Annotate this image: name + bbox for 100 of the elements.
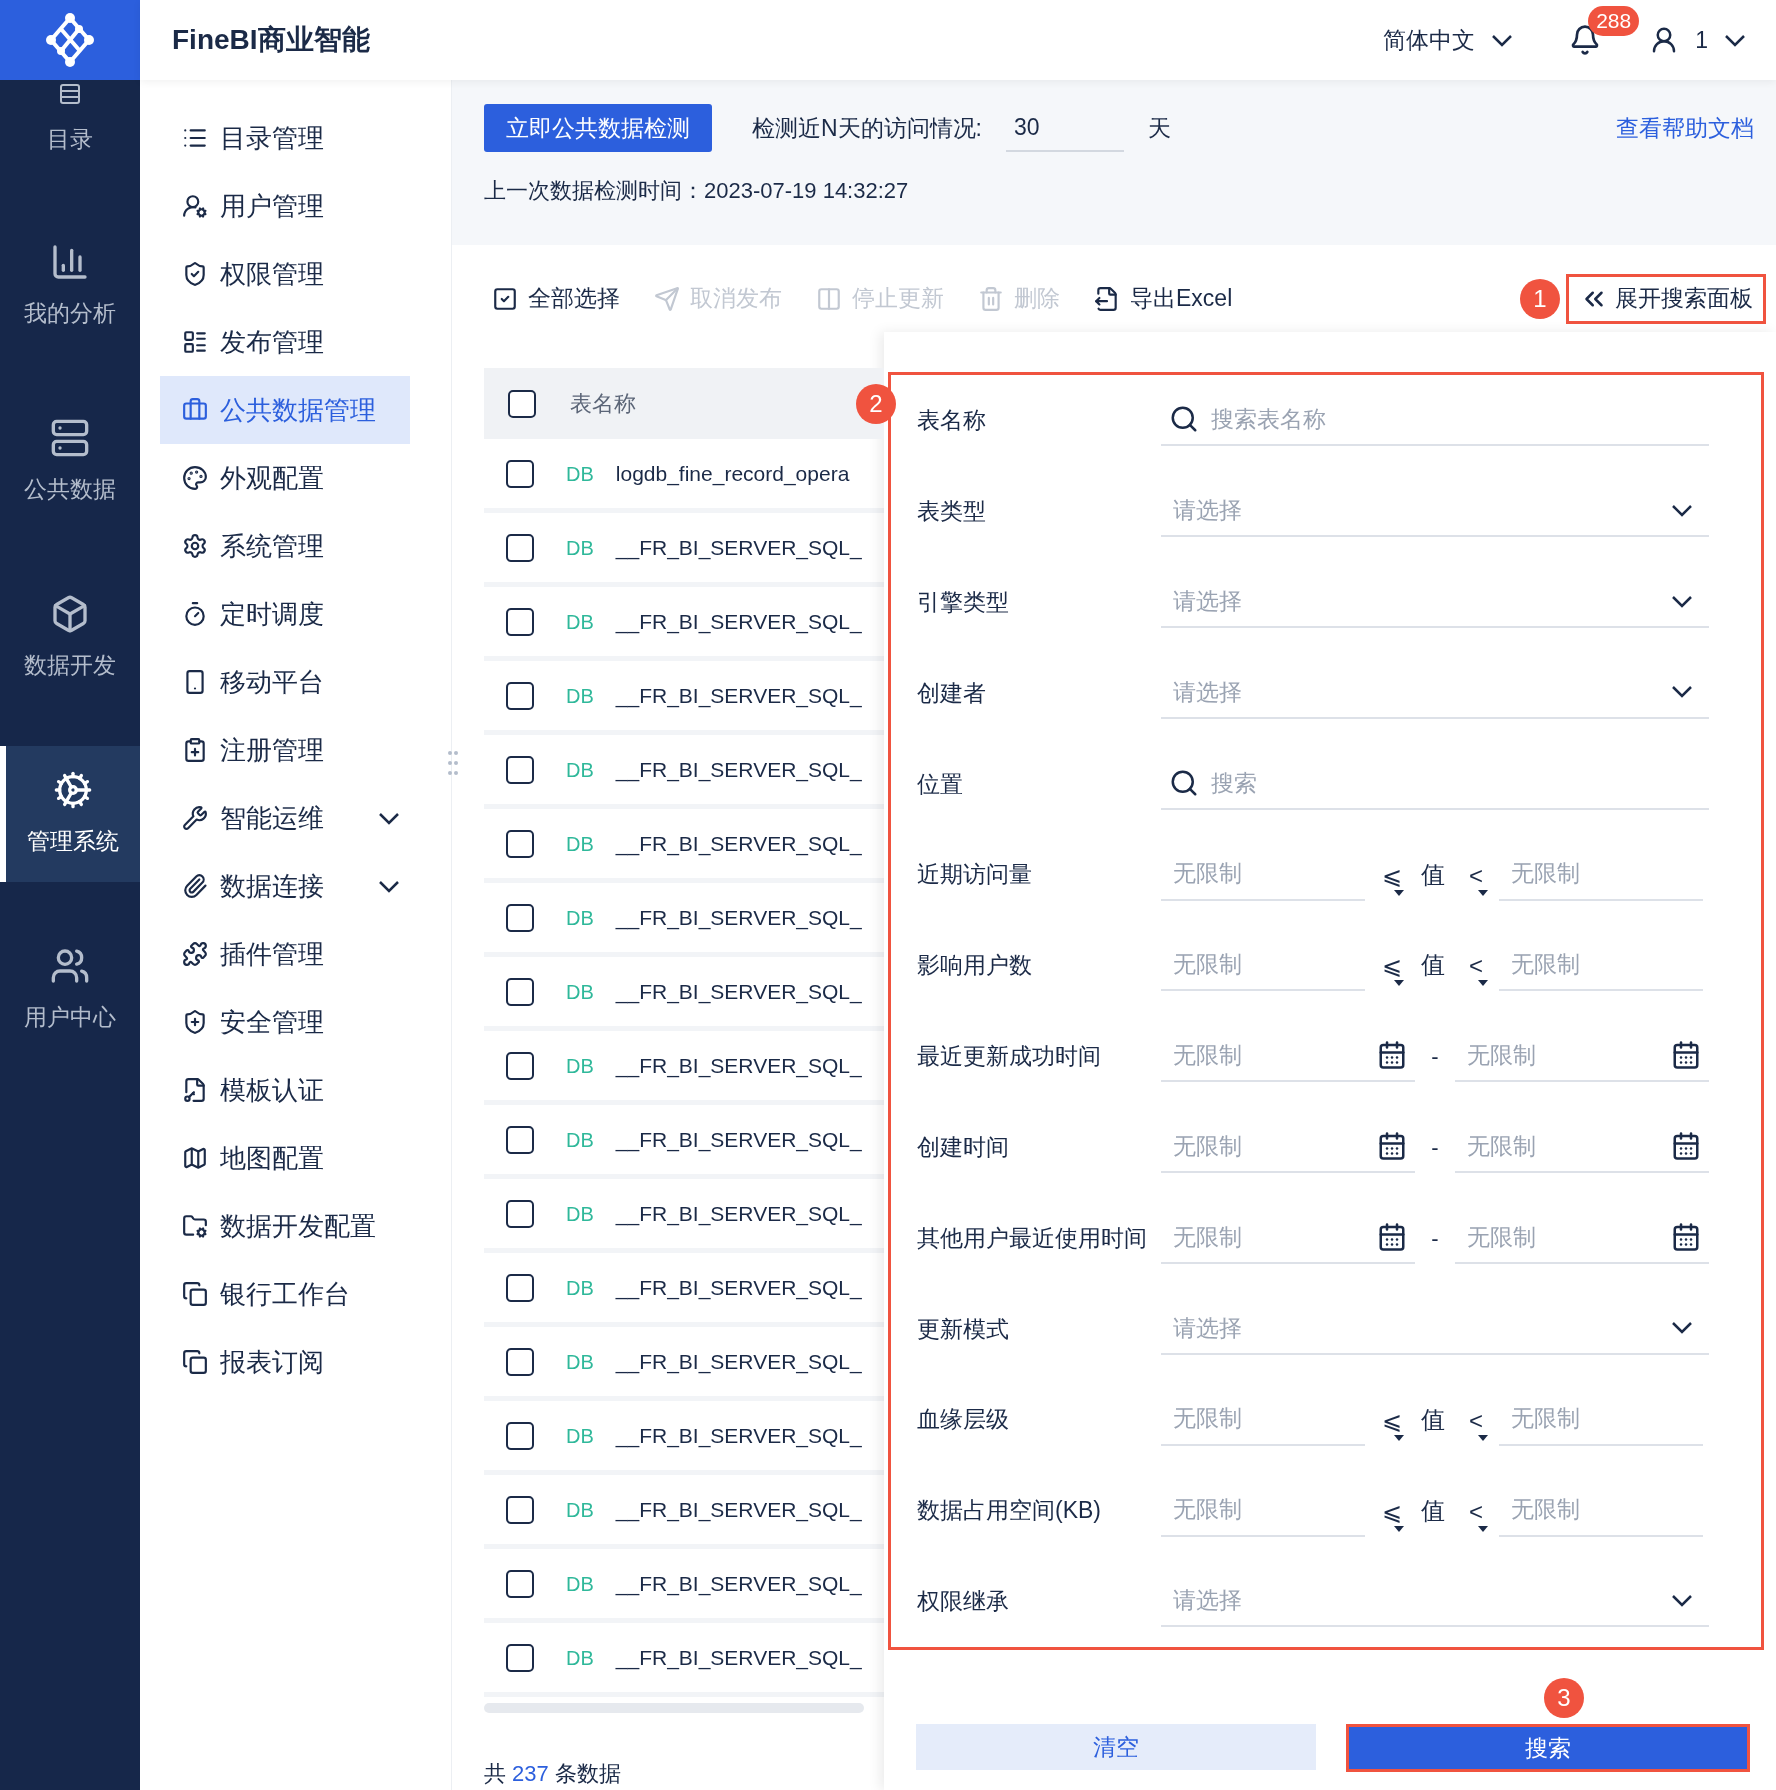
operator-dropdown[interactable]: < (1459, 1398, 1493, 1441)
menu-item[interactable]: 插件管理 (160, 920, 410, 988)
map-icon (182, 1145, 208, 1171)
user-menu[interactable]: 1 (1649, 22, 1746, 58)
menu-item[interactable]: 移动平台 (160, 648, 410, 716)
shield-plus-icon (182, 1009, 208, 1035)
checkbox[interactable] (506, 459, 534, 488)
menu-item[interactable]: 银行工作台 (160, 1260, 410, 1328)
rail-item[interactable]: 我的分析 (0, 218, 140, 354)
help-link[interactable]: 查看帮助文档 (1616, 110, 1754, 146)
checkbox[interactable] (506, 1495, 534, 1524)
operator-dropdown[interactable]: ⩽ (1375, 1398, 1409, 1441)
type-tag: DB (566, 1346, 594, 1377)
checkbox[interactable] (506, 829, 534, 858)
menu-item[interactable]: 数据连接 (160, 852, 410, 920)
operator-dropdown[interactable]: < (1459, 1489, 1493, 1532)
rail-item[interactable]: 数据开发 (0, 570, 140, 706)
calendar-icon[interactable] (1377, 1040, 1407, 1071)
user-icon (182, 193, 208, 219)
type-tag: DB (566, 902, 594, 933)
checkbox[interactable] (506, 1421, 534, 1450)
checkbox[interactable] (506, 681, 534, 710)
range-separator: - (1430, 1224, 1440, 1253)
checkbox[interactable] (506, 1125, 534, 1154)
type-tag: DB (566, 1198, 594, 1229)
menu-item[interactable]: 安全管理 (160, 988, 410, 1056)
checkbox[interactable] (508, 389, 536, 418)
calendar-icon[interactable] (1671, 1131, 1701, 1162)
rail-item[interactable]: 目录 (0, 80, 140, 178)
menu-item[interactable]: 智能运维 (160, 784, 410, 852)
search-button[interactable]: 搜索 (1346, 1724, 1750, 1772)
menu-item[interactable]: 目录管理 (160, 104, 410, 172)
checkbox[interactable] (506, 1273, 534, 1302)
app-title: FineBI商业智能 (172, 23, 370, 57)
menu-item[interactable]: 地图配置 (160, 1124, 410, 1192)
toolbar-button[interactable]: 导出Excel (1094, 281, 1233, 316)
menu-item[interactable]: 模板认证 (160, 1056, 410, 1124)
columns-icon (816, 285, 842, 312)
menu-item[interactable]: 权限管理 (160, 240, 410, 308)
language-dropdown[interactable]: 简体中文 (1383, 22, 1514, 58)
toolbar-button[interactable]: 全部选择 (492, 281, 620, 316)
chevron-down-icon (1671, 1593, 1693, 1607)
chevron-down-icon (1671, 1321, 1693, 1335)
table-cell-text: __FR_BI_SERVER_SQL_ (615, 1052, 862, 1080)
operator-dropdown[interactable]: ⩽ (1375, 853, 1409, 896)
checkbox[interactable] (506, 1643, 534, 1672)
detect-button[interactable]: 立即公共数据检测 (484, 104, 712, 152)
checkbox[interactable] (506, 1569, 534, 1598)
checkbox[interactable] (506, 755, 534, 784)
field-label: 表名称 (916, 406, 987, 436)
menu-item[interactable]: 外观配置 (160, 444, 410, 512)
rail-item[interactable]: 管理系统 (0, 746, 140, 882)
operator-dropdown[interactable]: ⩽ (1375, 1489, 1409, 1532)
total-label: 共 (484, 1760, 506, 1788)
paperclip-icon (182, 873, 208, 899)
callout-number: 2 (856, 384, 896, 424)
menu-item[interactable]: 数据开发配置 (160, 1192, 410, 1260)
checkbox[interactable] (506, 1347, 534, 1376)
menu-item[interactable]: 公共数据管理 (160, 376, 410, 444)
field-label: 引擎类型 (916, 587, 1010, 617)
calendar-icon[interactable] (1671, 1222, 1701, 1252)
caret-icon (1478, 889, 1488, 896)
menu-item[interactable]: 系统管理 (160, 512, 410, 580)
rail-item[interactable]: 公共数据 (0, 394, 140, 530)
checkbox[interactable] (506, 607, 534, 636)
range-separator: - (1430, 1042, 1440, 1071)
calendar-icon[interactable] (1377, 1131, 1407, 1162)
scrollbar[interactable] (484, 1703, 864, 1713)
rail-item[interactable]: 用户中心 (0, 922, 140, 1058)
menu-item[interactable]: 定时调度 (160, 580, 410, 648)
field-label: 最近更新成功时间 (916, 1042, 1102, 1072)
operator-dropdown[interactable]: ⩽ (1375, 944, 1409, 987)
value-label: 值 (1421, 950, 1445, 981)
chevron-down-icon (1671, 685, 1693, 699)
menu-item[interactable]: 注册管理 (160, 716, 410, 784)
menu-item[interactable]: 发布管理 (160, 308, 410, 376)
operator-dropdown[interactable]: < (1459, 944, 1493, 987)
clear-button[interactable]: 清空 (916, 1724, 1316, 1770)
checkbox[interactable] (506, 977, 534, 1006)
callout-number: 1 (1520, 278, 1560, 319)
chevron-down-icon (1724, 33, 1746, 47)
trash-icon (978, 285, 1004, 312)
expand-search-panel-button[interactable]: 展开搜索面板 (1566, 273, 1766, 324)
type-tag: DB (566, 754, 594, 785)
checkbox[interactable] (506, 533, 534, 562)
days-input[interactable]: 30 (1006, 104, 1124, 152)
wrench-icon (182, 805, 208, 831)
checkbox[interactable] (506, 1199, 534, 1228)
callout-number: 3 (1544, 1678, 1584, 1718)
checkbox[interactable] (506, 903, 534, 932)
type-tag: DB (566, 1420, 594, 1451)
menu-item[interactable]: 用户管理 (160, 172, 410, 240)
checkbox[interactable] (506, 1051, 534, 1080)
caret-icon (1478, 1525, 1488, 1532)
operator-dropdown[interactable]: < (1459, 853, 1493, 896)
calendar-icon[interactable] (1671, 1040, 1701, 1071)
type-tag: DB (566, 532, 594, 563)
menu-item[interactable]: 报表订阅 (160, 1328, 410, 1396)
folder-gear-icon (182, 1213, 208, 1239)
calendar-icon[interactable] (1377, 1222, 1407, 1252)
